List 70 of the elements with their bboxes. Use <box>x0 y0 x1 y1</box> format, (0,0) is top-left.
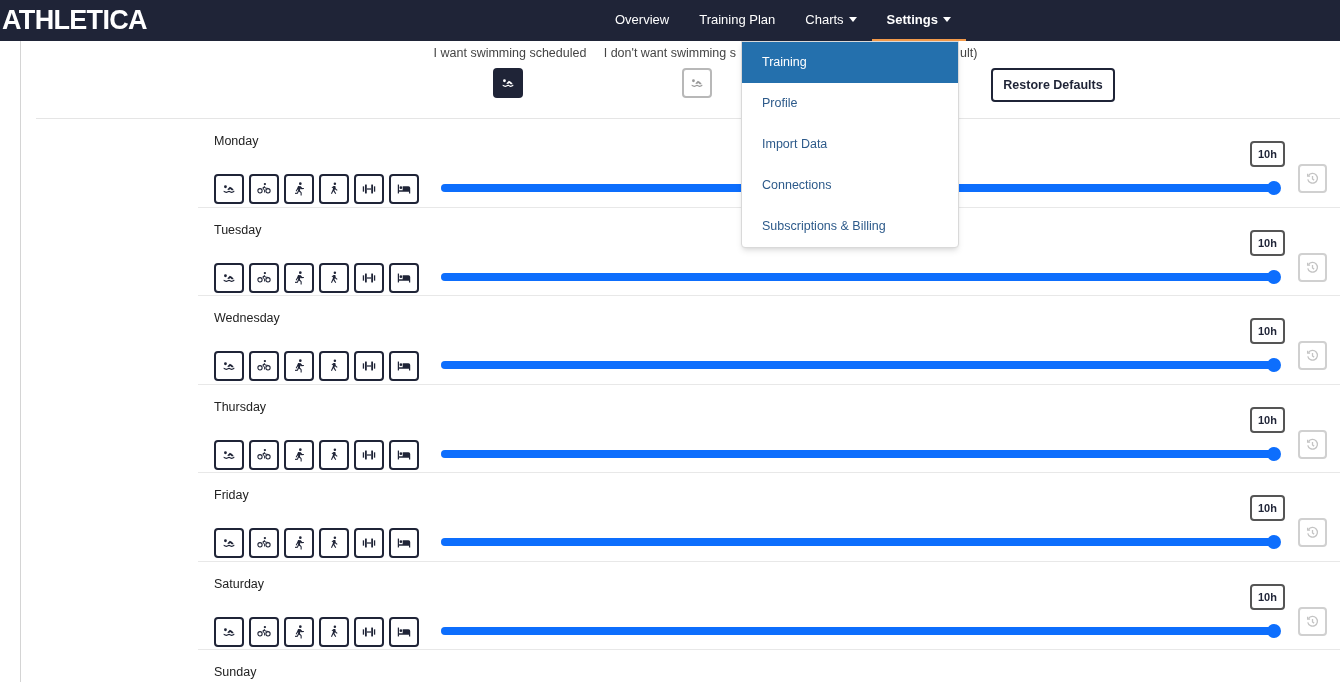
history-icon <box>1306 260 1319 274</box>
activity-toggle[interactable] <box>389 174 419 204</box>
menu-item[interactable]: Subscriptions & Billing <box>742 206 958 247</box>
activity-toggle[interactable] <box>284 616 314 647</box>
activity-toggle[interactable] <box>249 262 279 293</box>
activity-toggle[interactable] <box>354 439 384 470</box>
hours-badge: 10h <box>1250 406 1285 433</box>
hours-badge: 10h <box>1250 495 1285 521</box>
activity-toggle[interactable] <box>319 616 349 647</box>
nav-link[interactable]: Training Plan <box>684 0 791 41</box>
activity-toggle[interactable] <box>214 174 244 204</box>
swim-toggle[interactable] <box>493 68 523 98</box>
history-icon <box>1306 349 1319 362</box>
nav-link[interactable]: Charts <box>790 0 872 41</box>
activity-toggle[interactable] <box>354 262 384 293</box>
day-label: Sunday <box>214 665 257 680</box>
swim-toggle[interactable] <box>682 68 712 98</box>
day-label: Saturday <box>214 576 265 592</box>
activity-toggle[interactable] <box>249 616 279 647</box>
activity-toggle[interactable] <box>389 262 419 293</box>
activity-toggle[interactable] <box>284 351 314 381</box>
activity-toggle[interactable] <box>389 616 419 647</box>
history-icon <box>1306 437 1319 451</box>
activity-toggle[interactable] <box>214 528 244 558</box>
activity-toggle[interactable] <box>354 528 384 558</box>
activity-toggle[interactable] <box>249 351 279 381</box>
activity-toggle[interactable] <box>214 616 244 647</box>
restore-defaults-button[interactable]: Restore Defaults <box>991 68 1115 102</box>
activity-toggle[interactable] <box>249 528 279 558</box>
hours-badge: 10h <box>1250 141 1285 167</box>
activity-toggle[interactable] <box>214 262 244 293</box>
hours-badge: 10h <box>1250 229 1285 256</box>
activity-toggle[interactable] <box>249 439 279 470</box>
activity-toggle[interactable] <box>354 616 384 647</box>
history-icon <box>1306 614 1319 628</box>
history-icon <box>1306 526 1319 539</box>
activity-toggle[interactable] <box>284 174 314 204</box>
hours-badge: 10h <box>1250 318 1285 344</box>
activity-toggle[interactable] <box>319 351 349 381</box>
activity-toggle[interactable] <box>284 262 314 293</box>
day-label: Friday <box>214 488 249 503</box>
activity-toggle[interactable] <box>389 528 419 558</box>
nav-link[interactable]: Overview <box>600 0 685 41</box>
menu-item[interactable]: Training <box>742 42 958 83</box>
hours-badge: 10h <box>1250 583 1285 610</box>
activity-toggle[interactable] <box>214 439 244 470</box>
menu-item[interactable]: Profile <box>742 83 958 124</box>
day-label: Wednesday <box>214 311 280 326</box>
option-label: ult) <box>960 45 978 62</box>
activity-toggle[interactable] <box>319 439 349 470</box>
option-label: I don't want swimming s <box>603 45 736 62</box>
menu-item[interactable]: Connections <box>742 165 958 206</box>
day-label: Monday <box>214 134 259 149</box>
activity-toggle[interactable] <box>214 351 244 381</box>
activity-toggle[interactable] <box>389 351 419 381</box>
day-label: Thursday <box>214 399 267 415</box>
logo[interactable]: ATHLETICA <box>2 7 147 34</box>
option-label: I want swimming scheduled <box>432 45 588 62</box>
activity-toggle[interactable] <box>249 174 279 204</box>
activity-toggle[interactable] <box>284 439 314 470</box>
activity-toggle[interactable] <box>319 528 349 558</box>
activity-toggle[interactable] <box>319 262 349 293</box>
activity-toggle[interactable] <box>319 174 349 204</box>
day-label: Tuesday <box>214 222 262 238</box>
history-icon <box>1306 172 1319 185</box>
activity-toggle[interactable] <box>389 439 419 470</box>
activity-toggle[interactable] <box>284 528 314 558</box>
activity-toggle[interactable] <box>354 351 384 381</box>
activity-toggle[interactable] <box>354 174 384 204</box>
menu-item[interactable]: Import Data <box>742 124 958 165</box>
